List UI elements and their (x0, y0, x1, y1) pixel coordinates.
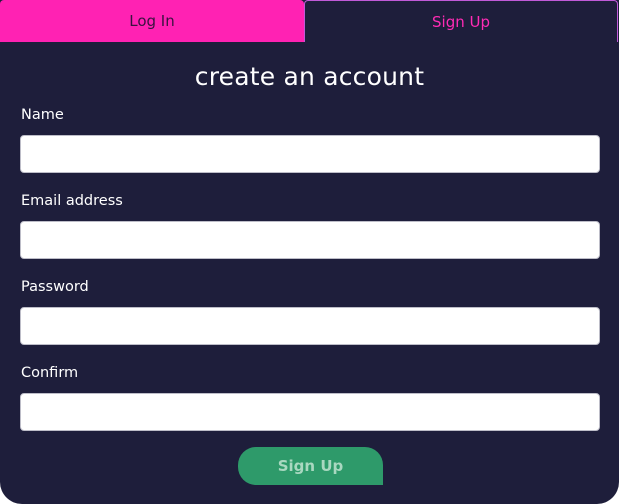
confirm-password-field[interactable] (20, 393, 600, 431)
password-label: Password (21, 279, 89, 295)
signup-card: Log In Sign Up create an account Name Em… (0, 0, 619, 504)
form-title: create an account (194, 62, 425, 91)
tab-login[interactable]: Log In (0, 0, 304, 42)
sign-up-button[interactable]: Sign Up (238, 447, 383, 485)
email-field[interactable] (20, 221, 600, 259)
name-label: Name (21, 107, 64, 123)
confirm-label: Confirm (21, 365, 79, 381)
auth-tabs: Log In Sign Up (0, 0, 619, 42)
password-field[interactable] (20, 307, 600, 345)
tab-signup[interactable]: Sign Up (304, 0, 618, 42)
email-label: Email address (21, 193, 123, 209)
name-field[interactable] (20, 135, 600, 173)
